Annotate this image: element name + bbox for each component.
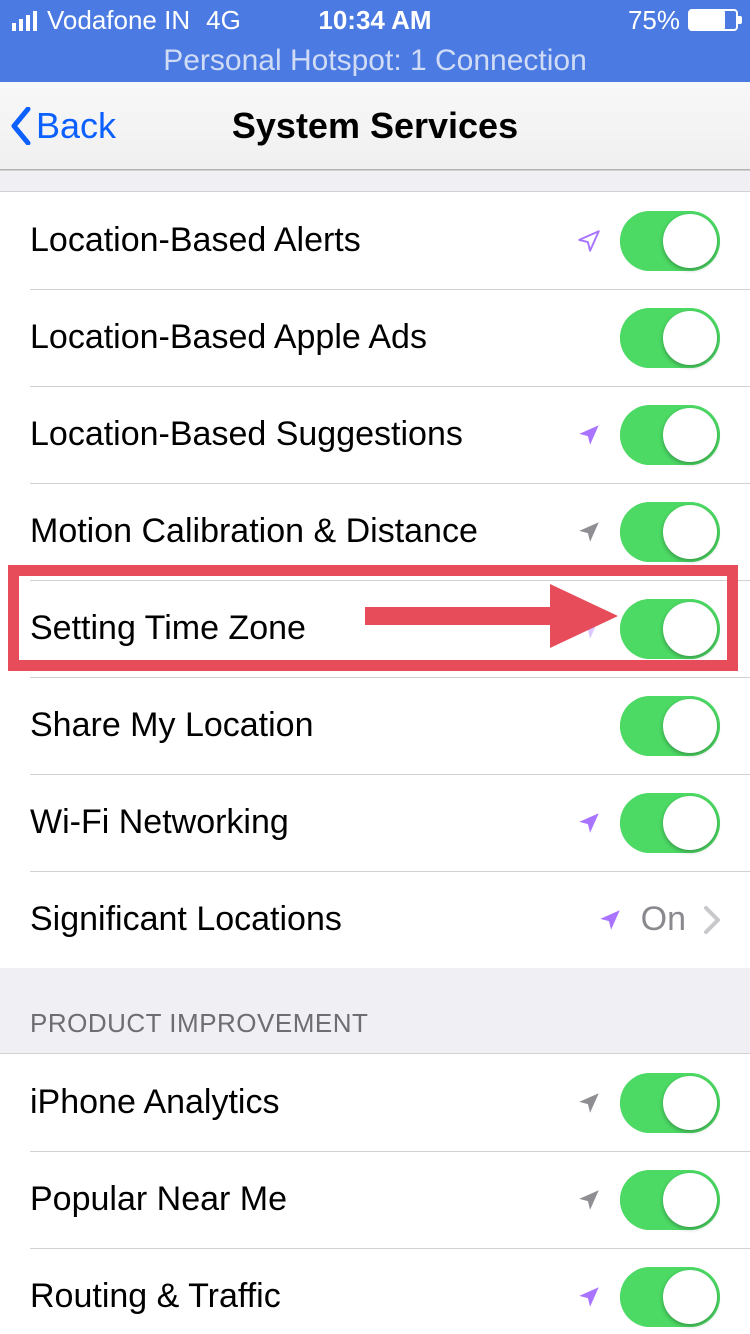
toggle-motion[interactable]	[620, 502, 720, 562]
chevron-left-icon	[10, 107, 32, 145]
nav-header: Back System Services	[0, 82, 750, 170]
row-suggestions[interactable]: Location-Based Suggestions	[0, 386, 750, 483]
location-fill-grey-icon	[576, 1090, 602, 1116]
location-fill-icon	[576, 422, 602, 448]
significant-value: On	[641, 900, 686, 939]
location-outline-icon	[576, 228, 602, 254]
back-label: Back	[36, 105, 116, 147]
toggle-wifi[interactable]	[620, 793, 720, 853]
location-fill-grey-icon	[576, 1187, 602, 1213]
signal-strength-icon	[12, 9, 37, 31]
row-label: iPhone Analytics	[30, 1083, 576, 1122]
network-type-label: 4G	[206, 5, 241, 36]
row-label: Wi-Fi Networking	[30, 803, 576, 842]
back-button[interactable]: Back	[0, 105, 116, 147]
row-significant-locations[interactable]: Significant Locations On	[0, 871, 750, 968]
section-header-product-improvement: PRODUCT IMPROVEMENT	[0, 968, 750, 1054]
row-location-alerts[interactable]: Location-Based Alerts	[0, 192, 750, 289]
location-fill-icon	[576, 1284, 602, 1310]
location-fill-icon	[576, 616, 602, 642]
row-label: Popular Near Me	[30, 1180, 576, 1219]
product-improvement-list: iPhone Analytics Popular Near Me Routing…	[0, 1054, 750, 1334]
row-label: Routing & Traffic	[30, 1277, 576, 1316]
location-fill-icon	[597, 907, 623, 933]
carrier-label: Vodafone IN	[47, 5, 190, 36]
row-label: Significant Locations	[30, 900, 597, 939]
toggle-analytics[interactable]	[620, 1073, 720, 1133]
toggle-apple-ads[interactable]	[620, 308, 720, 368]
row-analytics[interactable]: iPhone Analytics	[0, 1054, 750, 1151]
row-wifi[interactable]: Wi-Fi Networking	[0, 774, 750, 871]
settings-list: Location-Based Alerts Location-Based App…	[0, 192, 750, 968]
battery-icon	[688, 9, 738, 31]
toggle-popular[interactable]	[620, 1170, 720, 1230]
location-fill-icon	[576, 810, 602, 836]
row-apple-ads[interactable]: Location-Based Apple Ads	[0, 289, 750, 386]
row-label: Share My Location	[30, 706, 620, 745]
row-routing[interactable]: Routing & Traffic	[0, 1248, 750, 1334]
row-label: Location-Based Apple Ads	[30, 318, 620, 357]
row-motion[interactable]: Motion Calibration & Distance	[0, 483, 750, 580]
row-label: Motion Calibration & Distance	[30, 512, 576, 551]
hotspot-status[interactable]: Personal Hotspot: 1 Connection	[0, 40, 750, 82]
row-label: Location-Based Suggestions	[30, 415, 576, 454]
row-share-location[interactable]: Share My Location	[0, 677, 750, 774]
battery-percent-label: 75%	[628, 5, 680, 36]
location-fill-grey-icon	[576, 519, 602, 545]
row-label: Location-Based Alerts	[30, 221, 576, 260]
row-popular[interactable]: Popular Near Me	[0, 1151, 750, 1248]
row-label: Setting Time Zone	[30, 609, 576, 648]
toggle-location-alerts[interactable]	[620, 211, 720, 271]
chevron-right-icon	[704, 906, 720, 934]
toggle-routing[interactable]	[620, 1267, 720, 1327]
toggle-suggestions[interactable]	[620, 405, 720, 465]
toggle-timezone[interactable]	[620, 599, 720, 659]
row-timezone[interactable]: Setting Time Zone	[0, 580, 750, 677]
status-bar: Vodafone IN 4G 10:34 AM 75%	[0, 0, 750, 40]
toggle-share-location[interactable]	[620, 696, 720, 756]
